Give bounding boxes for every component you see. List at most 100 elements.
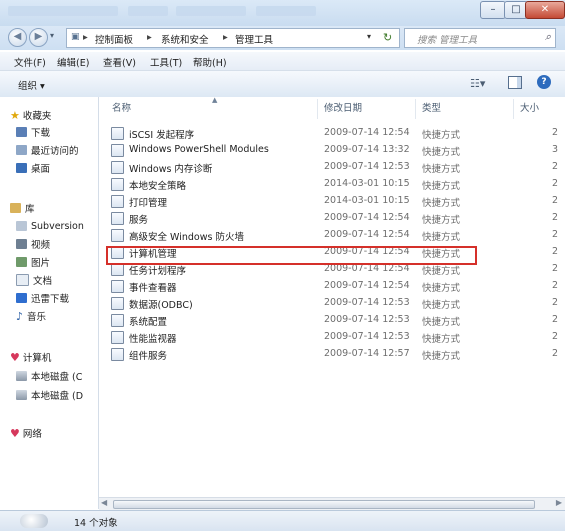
- sidebar-item-label: 音乐: [27, 312, 47, 323]
- shortcut-icon: [111, 314, 124, 327]
- close-button[interactable]: ✕: [525, 1, 565, 19]
- recent-places-icon: [16, 145, 27, 155]
- sidebar-favorites[interactable]: ★ 收藏夹: [10, 107, 51, 123]
- breadcrumb-system-security[interactable]: 系统和安全: [161, 32, 209, 46]
- file-type: 快捷方式: [422, 181, 461, 192]
- breadcrumb-separator[interactable]: ▸: [223, 32, 228, 43]
- sidebar-libraries-label: 库: [25, 204, 35, 215]
- file-row[interactable]: 数据源(ODBC) 2009-07-14 12:53 快捷方式 2: [109, 295, 565, 311]
- sidebar-item-drive-c[interactable]: 本地磁盘 (C: [16, 368, 82, 384]
- sidebar-item-label: Subversion: [31, 220, 84, 232]
- file-row[interactable]: Windows 内存诊断 2009-07-14 12:53 快捷方式 2: [109, 159, 565, 175]
- file-row[interactable]: 本地安全策略 2014-03-01 10:15 快捷方式 2: [109, 176, 565, 192]
- sidebar-item-pictures[interactable]: 图片: [16, 254, 50, 270]
- menu-file[interactable]: 文件(F): [14, 55, 46, 69]
- network-icon: ♥: [10, 426, 20, 440]
- help-icon[interactable]: ?: [537, 75, 551, 89]
- scroll-right-icon[interactable]: ▶: [556, 498, 562, 507]
- menu-help[interactable]: 帮助(H): [193, 55, 227, 69]
- column-divider[interactable]: [415, 99, 416, 119]
- organize-button[interactable]: 组织 ▾: [18, 78, 45, 92]
- file-type: 快捷方式: [422, 130, 461, 141]
- address-dropdown-icon[interactable]: ▾: [367, 32, 371, 41]
- file-row[interactable]: 性能监视器 2009-07-14 12:53 快捷方式 2: [109, 329, 565, 345]
- file-date: 2009-07-14 12:54: [324, 280, 410, 291]
- sidebar-item-label: 文档: [33, 276, 53, 287]
- sidebar-item-subversion[interactable]: Subversion: [16, 218, 84, 234]
- file-name: 本地安全策略: [129, 181, 187, 192]
- breadcrumb-separator[interactable]: ▸: [147, 32, 152, 43]
- sidebar-computer[interactable]: ♥ 计算机: [10, 349, 51, 365]
- command-bar: 组织 ▾ ☷▾ ?: [0, 71, 565, 98]
- title-blur-4: [256, 6, 316, 16]
- view-options-icon[interactable]: ☷▾: [470, 77, 485, 90]
- breadcrumb-separator: ▸: [83, 32, 88, 43]
- sidebar-item-music[interactable]: ♪ 音乐: [16, 308, 46, 324]
- file-row[interactable]: 打印管理 2014-03-01 10:15 快捷方式 2: [109, 193, 565, 209]
- sidebar-item-label: 下载: [31, 128, 51, 139]
- download-folder-icon: [16, 127, 27, 137]
- shortcut-icon: [111, 348, 124, 361]
- preview-pane-icon[interactable]: [508, 76, 522, 89]
- file-row[interactable]: iSCSI 发起程序 2009-07-14 12:54 快捷方式 2: [109, 125, 565, 141]
- breadcrumb-control-panel[interactable]: 控制面板: [95, 32, 133, 46]
- minimize-button[interactable]: –: [480, 1, 506, 19]
- menu-tools[interactable]: 工具(T): [150, 55, 182, 69]
- sidebar-item-drive-d[interactable]: 本地磁盘 (D: [16, 387, 83, 403]
- sidebar-network[interactable]: ♥ 网络: [10, 425, 42, 441]
- scroll-left-icon[interactable]: ◀: [101, 498, 107, 507]
- video-icon: [16, 239, 27, 249]
- sidebar-item-downloads[interactable]: 下载: [16, 124, 50, 140]
- address-bar-row: ◀ ▶ ▾ ▣ ▸ 控制面板 ▸ 系统和安全 ▸ 管理工具 ▾ ↻ 搜索 管理工…: [0, 26, 565, 50]
- menu-view[interactable]: 查看(V): [103, 55, 136, 69]
- menu-edit[interactable]: 编辑(E): [57, 55, 89, 69]
- file-name: 性能监视器: [129, 334, 177, 345]
- sidebar-libraries[interactable]: 库: [10, 200, 35, 216]
- file-date: 2014-03-01 10:15: [324, 195, 410, 206]
- file-name: 服务: [129, 215, 149, 226]
- file-name: 打印管理: [129, 198, 168, 209]
- search-input[interactable]: 搜索 管理工具 ⌕: [404, 28, 556, 48]
- file-row[interactable]: 系统配置 2009-07-14 12:53 快捷方式 2: [109, 312, 565, 328]
- sidebar-item-label: 图片: [31, 258, 51, 269]
- sidebar-item-videos[interactable]: 视频: [16, 236, 50, 252]
- sidebar-item-label: 本地磁盘 (D: [31, 391, 84, 402]
- file-row[interactable]: 事件查看器 2009-07-14 12:54 快捷方式 2: [109, 278, 565, 294]
- address-input[interactable]: ▣ ▸ 控制面板 ▸ 系统和安全 ▸ 管理工具 ▾ ↻: [66, 28, 400, 48]
- column-header-type[interactable]: 类型: [422, 98, 441, 120]
- forward-button[interactable]: ▶: [29, 28, 48, 47]
- sidebar-item-documents[interactable]: 文档: [16, 272, 52, 288]
- column-header-modified[interactable]: 修改日期: [324, 98, 362, 120]
- horizontal-scrollbar[interactable]: ◀ ▶: [99, 497, 565, 510]
- music-icon: ♪: [16, 309, 24, 323]
- file-name: iSCSI 发起程序: [129, 130, 195, 141]
- menu-bar: 文件(F) 编辑(E) 查看(V) 工具(T) 帮助(H): [0, 52, 565, 71]
- sidebar-item-thunder[interactable]: 迅雷下载: [16, 290, 69, 306]
- status-bar: 14 个对象: [0, 510, 565, 531]
- breadcrumb-admin-tools[interactable]: 管理工具: [235, 32, 273, 46]
- column-header-name[interactable]: 名称: [112, 98, 131, 120]
- file-row[interactable]: 高级安全 Windows 防火墙 2009-07-14 12:54 快捷方式 2: [109, 227, 565, 243]
- recent-pages-dropdown-icon[interactable]: ▾: [50, 31, 54, 40]
- star-icon: ★: [10, 108, 20, 122]
- file-type: 快捷方式: [422, 147, 461, 158]
- sidebar-item-recent[interactable]: 最近访问的: [16, 142, 79, 158]
- search-placeholder: 搜索 管理工具: [417, 35, 478, 46]
- sidebar-item-desktop[interactable]: 桌面: [16, 160, 50, 176]
- scrollbar-thumb[interactable]: [113, 500, 535, 509]
- column-header-size[interactable]: 大小: [520, 98, 539, 120]
- file-name: 系统配置: [129, 317, 168, 328]
- file-row[interactable]: Windows PowerShell Modules 2009-07-14 13:…: [109, 142, 565, 158]
- file-type: 快捷方式: [422, 300, 461, 311]
- back-button[interactable]: ◀: [8, 28, 27, 47]
- search-icon[interactable]: ⌕: [545, 30, 551, 44]
- file-size: 3: [552, 144, 559, 155]
- library-icon: [10, 203, 21, 213]
- refresh-icon[interactable]: ↻: [383, 31, 392, 44]
- file-row[interactable]: 组件服务 2009-07-14 12:57 快捷方式 2: [109, 346, 565, 362]
- file-type: 快捷方式: [422, 334, 461, 345]
- column-divider[interactable]: [317, 99, 318, 119]
- column-divider[interactable]: [513, 99, 514, 119]
- file-row[interactable]: 服务 2009-07-14 12:54 快捷方式 2: [109, 210, 565, 226]
- file-name: Windows 内存诊断: [129, 164, 213, 175]
